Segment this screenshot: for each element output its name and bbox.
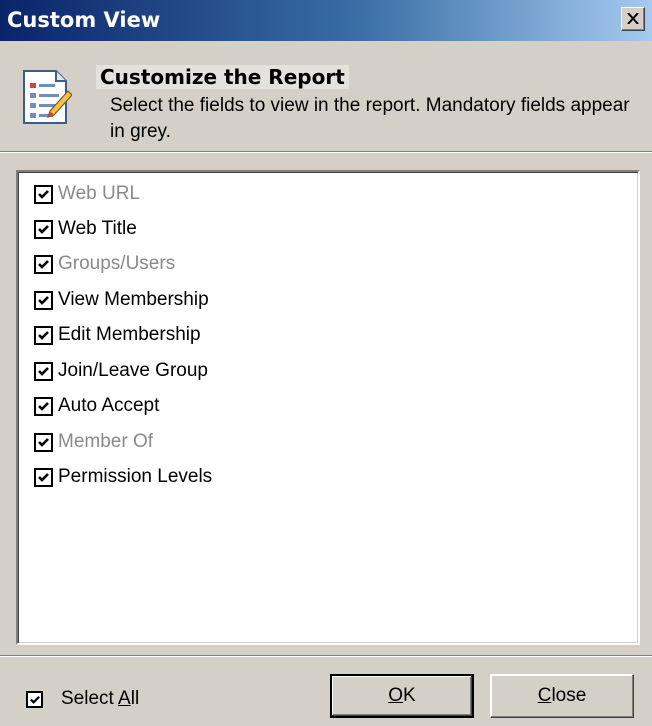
footer-separator [0,655,652,657]
field-item-view-membership[interactable]: View Membership [34,286,209,314]
select-all-box[interactable] [26,690,43,708]
field-label: Auto Accept [58,395,160,416]
check-icon [38,295,49,305]
field-label: Web Title [58,218,137,239]
field-label: Web URL [58,183,141,204]
check-icon [38,189,49,199]
field-item-auto-accept[interactable]: Auto Accept [34,392,159,420]
check-icon [38,366,49,376]
check-icon [30,695,40,704]
ok-accel: O [388,685,404,706]
select-all-label: Select All [61,688,139,710]
field-label: Member Of [58,431,154,452]
field-item-groups-users[interactable]: Groups/Users [34,250,175,278]
select-all-text-rest: ll [130,688,140,709]
field-item-join-leave-group[interactable]: Join/Leave Group [34,357,208,385]
header-description: Select the fields to view in the report.… [110,95,630,142]
select-all-accel: A [118,688,131,709]
check-icon [38,401,49,411]
field-checkbox[interactable] [34,325,53,345]
field-checkbox[interactable] [34,184,53,204]
close-dialog-button[interactable]: Close [490,674,634,718]
field-label: Edit Membership [58,324,201,345]
check-icon [38,472,49,482]
field-label: Join/Leave Group [58,360,208,381]
field-checkbox[interactable] [34,290,53,310]
field-label: Groups/Users [58,253,176,274]
title-bar: Custom View [0,0,652,41]
check-icon [38,437,49,447]
field-checkbox[interactable] [34,432,53,452]
fields-listbox[interactable]: Web URL Web Title Groups/Users View Memb… [16,170,640,645]
field-checkbox[interactable] [34,361,53,381]
close-label-rest: lose [551,685,587,706]
select-all-text: Select [61,688,119,709]
window-title: Custom View [7,8,161,32]
ok-label-rest: K [403,685,416,706]
field-item-edit-membership[interactable]: Edit Membership [34,321,201,349]
dialog-header: Customize the Report Select the fields t… [0,41,652,151]
select-all-checkbox[interactable]: Select All [26,688,139,710]
check-icon [38,224,49,234]
close-icon [627,13,639,24]
close-button[interactable] [621,7,645,31]
field-checkbox[interactable] [34,396,53,416]
check-icon [38,259,49,269]
field-checkbox[interactable] [34,219,53,239]
report-customize-icon [23,70,72,124]
header-title: Customize the Report [96,65,349,89]
close-accel: C [537,685,552,706]
field-checkbox[interactable] [34,254,53,274]
ok-button[interactable]: OK [330,674,474,718]
header-separator [0,151,652,153]
field-label: View Membership [58,289,209,310]
field-item-web-title[interactable]: Web Title [34,215,137,243]
field-item-web-url[interactable]: Web URL [34,180,140,208]
field-label: Permission Levels [58,466,213,487]
field-item-permission-levels[interactable]: Permission Levels [34,463,212,491]
check-icon [38,330,49,340]
field-checkbox[interactable] [34,467,53,487]
field-item-member-of[interactable]: Member Of [34,428,153,456]
